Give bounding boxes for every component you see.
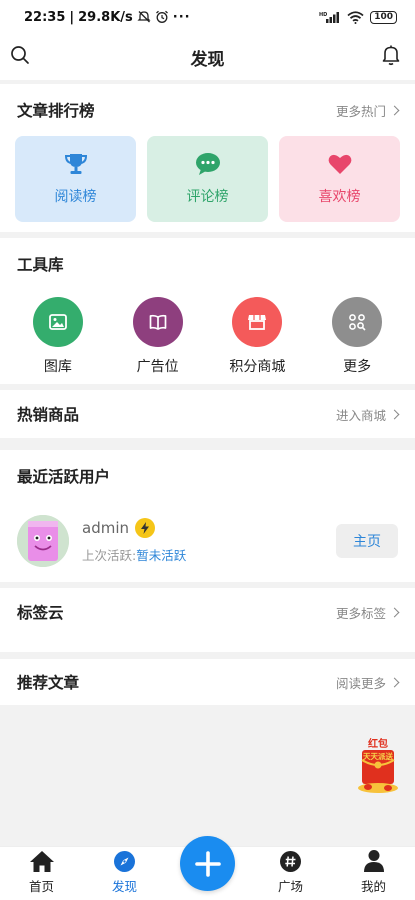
status-bar: 22:35 | 29.8K/s ··· HD 100	[0, 0, 415, 34]
hashtag-icon	[280, 851, 301, 872]
page-header: 发现	[0, 34, 415, 80]
article-rank-header: 文章排行榜 更多热门	[0, 84, 415, 136]
promo-line2: 天天派送	[363, 751, 393, 761]
user-last-active: 上次活跃:暂未活跃	[82, 548, 187, 563]
avatar[interactable]	[17, 515, 69, 567]
read-more-link[interactable]: 阅读更多	[336, 673, 400, 692]
tool-points-store-label: 积分商城	[229, 359, 286, 375]
user-last-active-value: 暂未活跃	[136, 548, 187, 563]
image-icon	[48, 314, 67, 330]
battery-icon: 100	[370, 10, 397, 24]
tool-gallery-label: 图库	[43, 359, 72, 375]
tool-ad-slot[interactable]: 广告位	[113, 297, 203, 376]
battery-level: 100	[374, 12, 393, 22]
create-post-button[interactable]	[180, 836, 235, 891]
tab-square-label: 广场	[277, 879, 303, 894]
tools-section: 工具库 图库 广告位 积分商城 更多	[0, 238, 415, 384]
hot-goods-section: 热销商品 进入商城	[0, 390, 415, 438]
article-rank-section: 文章排行榜 更多热门 阅读榜 评论榜 喜欢榜	[0, 84, 415, 232]
recommend-header: 推荐文章 阅读更多	[0, 659, 415, 705]
tools-title: 工具库	[17, 256, 64, 274]
user-icon	[363, 850, 384, 872]
tab-home-label: 首页	[28, 879, 54, 894]
active-users-section: 最近活跃用户 admin 上次活跃:暂未活跃 主页	[0, 450, 415, 582]
search-icon[interactable]	[10, 45, 30, 69]
user-name-row: admin	[82, 518, 336, 538]
rank-tiles: 阅读榜 评论榜 喜欢榜	[0, 136, 415, 222]
ad-slot-circle	[132, 297, 183, 347]
heart-icon	[328, 154, 351, 174]
tab-discover-label: 发现	[111, 879, 137, 894]
tag-cloud-section: 标签云 更多标签	[0, 588, 415, 652]
active-user-row: admin 上次活跃:暂未活跃 主页	[0, 506, 415, 576]
lightning-badge-icon	[135, 518, 155, 538]
tool-ad-slot-label: 广告位	[136, 359, 179, 375]
hot-goods-header: 热销商品 进入商城	[0, 390, 415, 438]
recommend-title: 推荐文章	[17, 674, 80, 692]
tab-home[interactable]: 首页	[0, 847, 83, 900]
points-store-circle	[232, 297, 283, 347]
user-name: admin	[82, 519, 129, 537]
recommend-section: 推荐文章 阅读更多	[0, 659, 415, 705]
status-time: 22:35	[24, 9, 66, 25]
home-icon	[29, 851, 54, 872]
read-rank-tile[interactable]: 阅读榜	[15, 136, 136, 222]
status-right: HD 100	[319, 10, 397, 24]
status-network-speed: 29.8K/s	[78, 9, 133, 25]
tab-square[interactable]: 广场	[249, 847, 332, 900]
chevron-right-icon	[389, 105, 400, 115]
trophy-icon	[64, 154, 87, 174]
status-more-dots: ···	[172, 9, 191, 25]
svg-text:HD: HD	[319, 12, 327, 18]
like-rank-label: 喜欢榜	[318, 189, 361, 205]
grid-search-icon	[349, 314, 366, 331]
chevron-right-icon	[389, 607, 400, 617]
comment-rank-tile[interactable]: 评论榜	[147, 136, 268, 222]
tool-more[interactable]: 更多	[312, 297, 402, 376]
chevron-right-icon	[389, 677, 400, 687]
wifi-icon	[347, 10, 364, 24]
enter-store-link[interactable]: 进入商城	[336, 405, 400, 424]
comment-rank-label: 评论榜	[186, 189, 229, 205]
tab-mine[interactable]: 我的	[332, 847, 415, 900]
tool-points-store[interactable]: 积分商城	[212, 297, 302, 376]
tab-discover[interactable]: 发现	[83, 847, 166, 900]
plus-icon	[194, 850, 221, 877]
comment-icon	[195, 153, 220, 175]
alarm-icon	[155, 10, 168, 23]
more-hot-link[interactable]: 更多热门	[336, 101, 400, 120]
mute-icon	[137, 11, 151, 23]
like-rank-tile[interactable]: 喜欢榜	[279, 136, 400, 222]
red-packet-promo[interactable]: 红包 天天派送	[354, 737, 402, 796]
tool-more-label: 更多	[343, 359, 372, 375]
article-rank-title: 文章排行榜	[17, 102, 95, 120]
tool-gallery[interactable]: 图库	[13, 297, 103, 376]
tools-header: 工具库	[0, 238, 415, 290]
hot-goods-title: 热销商品	[17, 406, 80, 424]
gallery-circle	[32, 297, 83, 347]
page-title: 发现	[190, 49, 225, 70]
more-circle	[332, 297, 383, 347]
read-rank-label: 阅读榜	[54, 189, 97, 205]
user-info: admin 上次活跃:暂未活跃	[82, 518, 336, 564]
compass-icon	[114, 851, 135, 872]
tag-cloud-header: 标签云 更多标签	[0, 588, 415, 636]
active-users-title: 最近活跃用户	[17, 468, 111, 486]
active-users-header: 最近活跃用户	[0, 450, 415, 502]
more-tags-link[interactable]: 更多标签	[336, 603, 400, 622]
book-icon	[149, 314, 166, 330]
chevron-right-icon	[389, 409, 400, 419]
store-icon	[248, 315, 267, 330]
user-home-button[interactable]: 主页	[336, 524, 398, 558]
status-left: 22:35 | 29.8K/s ···	[24, 9, 191, 25]
tab-mine-label: 我的	[360, 879, 386, 894]
signal-icon: HD	[319, 11, 340, 23]
tools-row: 图库 广告位 积分商城 更多	[0, 297, 415, 376]
avatar-image	[17, 515, 69, 567]
bell-icon[interactable]	[381, 44, 401, 70]
red-packet-icon: 红包 天天派送	[358, 737, 398, 793]
tag-cloud-title: 标签云	[17, 604, 64, 622]
promo-line1: 红包	[368, 738, 388, 750]
